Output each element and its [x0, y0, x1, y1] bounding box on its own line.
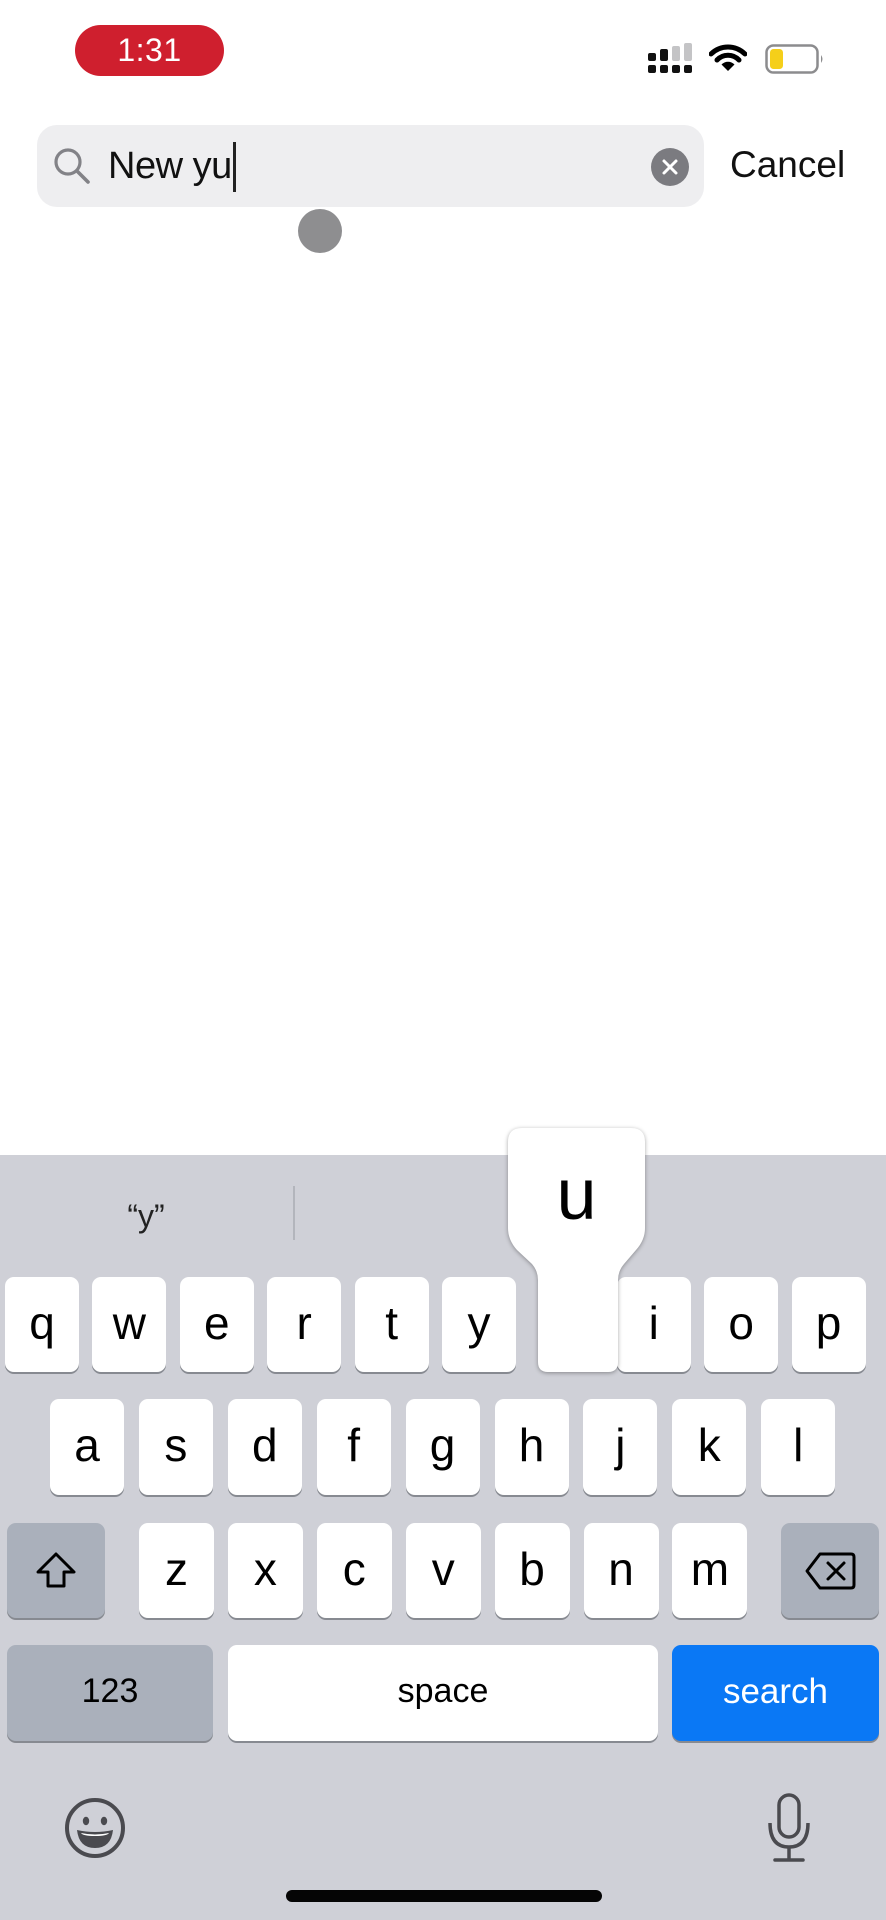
delete-key[interactable] — [781, 1523, 879, 1618]
space-key-label: space — [397, 1672, 489, 1710]
key-label: w — [112, 1296, 146, 1349]
key-p[interactable]: p — [791, 1277, 866, 1372]
microphone-icon[interactable] — [766, 1793, 812, 1863]
key-x[interactable]: x — [227, 1523, 303, 1618]
cellular-signal-icon — [648, 43, 692, 73]
key-label: y — [467, 1296, 491, 1349]
key-s[interactable]: s — [138, 1399, 213, 1495]
key-label: d — [252, 1419, 278, 1471]
key-label: b — [519, 1542, 545, 1595]
key-label: q — [29, 1296, 55, 1349]
key-e[interactable]: e — [179, 1277, 254, 1372]
key-label: e — [204, 1296, 230, 1349]
key-k[interactable]: k — [672, 1399, 747, 1495]
key-label: p — [815, 1296, 842, 1349]
key-label: j — [615, 1419, 626, 1471]
key-label: a — [74, 1419, 100, 1471]
search-input-value[interactable]: New yu — [108, 142, 232, 190]
key-label: l — [793, 1419, 804, 1471]
space-key[interactable]: space — [228, 1645, 658, 1741]
key-f[interactable]: f — [316, 1399, 391, 1495]
key-label: z — [165, 1542, 188, 1595]
key-b[interactable]: b — [494, 1523, 570, 1618]
touch-indicator — [298, 209, 342, 253]
key-label: o — [728, 1296, 754, 1349]
key-popup-letter: u — [556, 1155, 597, 1235]
emoji-icon[interactable] — [63, 1796, 127, 1860]
signal-bar-2-top — [660, 49, 668, 61]
key-r[interactable]: r — [267, 1277, 342, 1372]
key-g[interactable]: g — [405, 1399, 480, 1495]
clear-search-button[interactable] — [651, 148, 689, 186]
search-key-label: search — [722, 1671, 829, 1711]
key-c[interactable]: c — [316, 1523, 392, 1618]
key-n[interactable]: n — [583, 1523, 659, 1618]
home-indicator[interactable] — [286, 1890, 602, 1902]
signal-bar-2-bottom — [660, 65, 668, 73]
status-time: 1:31 — [75, 25, 224, 76]
numbers-key-label: 123 — [81, 1672, 139, 1710]
key-label: s — [164, 1419, 188, 1471]
signal-bar-3-top — [672, 46, 680, 61]
key-h[interactable]: h — [494, 1399, 569, 1495]
cancel-button[interactable]: Cancel — [730, 140, 845, 190]
key-label: c — [342, 1542, 366, 1595]
wifi-icon — [709, 44, 747, 71]
key-o[interactable]: o — [704, 1277, 779, 1372]
numbers-key[interactable]: 123 — [7, 1645, 213, 1741]
battery-level — [770, 49, 783, 69]
search-key[interactable]: search — [672, 1645, 879, 1741]
signal-bar-4-bottom — [684, 65, 692, 73]
key-z[interactable]: z — [139, 1523, 214, 1618]
key-m[interactable]: m — [672, 1523, 748, 1618]
shift-icon — [36, 1552, 76, 1587]
key-label: x — [253, 1542, 277, 1595]
key-w[interactable]: w — [92, 1277, 167, 1372]
close-icon — [662, 159, 678, 175]
keyboard-suggestion[interactable]: “y” — [60, 1190, 232, 1242]
key-label: n — [608, 1542, 634, 1595]
signal-bar-3-bottom — [672, 65, 680, 73]
suggestion-divider — [293, 1186, 295, 1240]
text-cursor — [233, 142, 236, 192]
key-label: f — [347, 1419, 361, 1471]
key-q[interactable]: q — [5, 1277, 79, 1372]
key-y[interactable]: y — [442, 1277, 516, 1372]
key-label: k — [697, 1419, 721, 1471]
key-label: i — [648, 1296, 659, 1349]
key-label: v — [431, 1542, 455, 1595]
key-label: t — [385, 1296, 398, 1349]
key-d[interactable]: d — [227, 1399, 302, 1495]
key-a[interactable]: a — [50, 1399, 124, 1495]
time-text: 1:31 — [117, 32, 182, 68]
key-label: m — [690, 1542, 730, 1595]
signal-bar-4-top — [684, 43, 692, 61]
key-v[interactable]: v — [405, 1523, 481, 1618]
shift-key[interactable] — [7, 1523, 105, 1618]
signal-bar-1-top — [648, 53, 656, 61]
key-label: r — [296, 1296, 312, 1349]
key-t[interactable]: t — [354, 1277, 429, 1372]
key-j[interactable]: j — [583, 1399, 658, 1495]
search-icon — [54, 148, 90, 184]
key-l[interactable]: l — [761, 1399, 836, 1495]
key-label: h — [518, 1419, 545, 1471]
key-label: g — [429, 1419, 456, 1471]
battery-icon — [765, 44, 823, 74]
delete-backspace-icon — [805, 1552, 856, 1589]
signal-bar-1-bottom — [648, 65, 656, 73]
